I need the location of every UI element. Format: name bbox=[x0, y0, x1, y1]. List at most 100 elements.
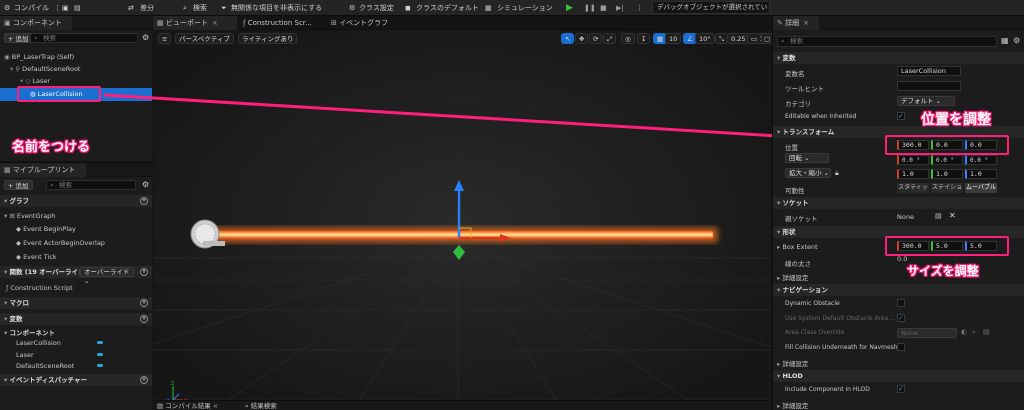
play-icon[interactable]: ▶ bbox=[566, 2, 573, 14]
surface-snap-icon[interactable]: ↧ bbox=[637, 33, 651, 44]
lighting-button[interactable]: ライティングあり bbox=[238, 33, 298, 44]
blueprint-search-input[interactable]: ⌕ 検索 bbox=[46, 180, 136, 190]
browse-icon[interactable]: ⌕ bbox=[972, 328, 976, 337]
tab-details[interactable]: ✎ 詳細 × bbox=[773, 16, 819, 30]
scale-icon[interactable]: ⤢ bbox=[603, 33, 617, 44]
component-var-laser-collision[interactable]: LaserCollision bbox=[0, 337, 61, 349]
clear-icon[interactable]: ✕ bbox=[949, 211, 956, 220]
compile-button[interactable]: コンパイル bbox=[14, 2, 49, 14]
tree-item-self[interactable]: ◉ BP_LaserTrap (Self) bbox=[0, 51, 152, 63]
section-hlod[interactable]: ▾ HLOD bbox=[773, 370, 1024, 382]
translate-icon[interactable]: ✥ bbox=[575, 33, 589, 44]
add-function-icon[interactable]: + bbox=[140, 268, 148, 276]
rotate-icon[interactable]: ⟳ bbox=[589, 33, 603, 44]
rotation-y-input[interactable]: 0.0 ° bbox=[931, 155, 963, 165]
settings-icon[interactable]: ⚙ bbox=[142, 180, 149, 189]
diff-button[interactable]: 差分 bbox=[140, 2, 154, 14]
event-graph-item[interactable]: ▾ ⊞ EventGraph bbox=[0, 210, 55, 222]
category-dropdown[interactable]: デフォルト ⌄ bbox=[897, 96, 955, 106]
world-space-icon[interactable]: ◎ bbox=[621, 33, 635, 44]
class-defaults-button[interactable]: クラスのデフォルト bbox=[416, 2, 479, 14]
section-event-dispatchers[interactable]: ▾ イベントディスパッチャー + bbox=[0, 374, 152, 386]
search-icon[interactable]: ⌕ bbox=[183, 2, 187, 14]
section-graph[interactable]: ▾ グラフ + bbox=[0, 195, 152, 207]
mobility-stationary-button[interactable]: ステイショ bbox=[931, 183, 963, 193]
stop-icon[interactable]: ■ bbox=[600, 2, 607, 14]
tab-find-results[interactable]: ⌕ 結果検索 bbox=[245, 401, 277, 410]
folder-icon[interactable]: ▤ bbox=[935, 212, 942, 220]
debug-object-select[interactable]: デバッグオブジェクトが選択されていません bbox=[652, 1, 770, 14]
tooltip-input[interactable] bbox=[897, 81, 961, 91]
viewport-menu-button[interactable]: ≡ bbox=[158, 33, 172, 44]
shape-advanced-toggle[interactable]: ▸ 詳細設定 bbox=[777, 272, 808, 282]
grid-view-icon[interactable]: ▦ bbox=[1001, 36, 1009, 45]
area-class-dropdown[interactable]: None bbox=[897, 328, 957, 338]
save-icon[interactable]: ▣ bbox=[62, 2, 69, 14]
section-macros[interactable]: ▾ マクロ + bbox=[0, 297, 152, 309]
scale-y-input[interactable]: 1.0 bbox=[931, 169, 963, 179]
options-icon[interactable]: ⋮ bbox=[54, 2, 61, 14]
viewport-scene[interactable]: zxy bbox=[153, 30, 771, 410]
use-selected-icon[interactable]: ◐ bbox=[961, 328, 967, 336]
gear-icon[interactable]: ⚙ bbox=[349, 2, 355, 14]
event-item-actor-begin-overlap[interactable]: ◆ Event ActorBeginOverlap bbox=[0, 237, 105, 249]
tab-event-graph[interactable]: ⊞ イベントグラフ bbox=[327, 16, 397, 30]
rotation-x-input[interactable]: 0.0 ° bbox=[897, 155, 929, 165]
select-mode-icon[interactable]: ↖ bbox=[561, 33, 575, 44]
section-variable[interactable]: ▾ 変数 bbox=[773, 52, 1024, 64]
dynamic-obstacle-checkbox[interactable] bbox=[897, 299, 905, 307]
search-button[interactable]: 検索 bbox=[193, 2, 207, 14]
rotation-z-input[interactable]: 0.0 ° bbox=[965, 155, 997, 165]
simulation-button[interactable]: シミュレーション bbox=[497, 2, 553, 14]
section-socket[interactable]: ▾ ソケット bbox=[773, 197, 1024, 209]
add-dispatcher-icon[interactable]: + bbox=[140, 376, 148, 384]
tab-viewport[interactable]: ▦ ビューポート × bbox=[153, 16, 237, 30]
tree-item-scene-root[interactable]: ▾ ⚲ DefaultSceneRoot bbox=[0, 63, 152, 75]
use-system-default-checkbox[interactable]: ✓ bbox=[897, 314, 905, 322]
filter-icon[interactable]: ⏷ bbox=[221, 2, 227, 14]
component-search-input[interactable]: ⌕ 検索 bbox=[30, 33, 138, 43]
line-thickness-value[interactable]: 0.0 bbox=[897, 255, 907, 263]
event-item-begin-play[interactable]: ◆ Event BeginPlay bbox=[0, 223, 76, 235]
perspective-button[interactable]: パースペクティブ bbox=[175, 33, 234, 44]
more-options-icon[interactable]: ⋮ bbox=[636, 2, 643, 14]
simulation-icon[interactable]: ▦ bbox=[485, 2, 492, 14]
tab-construction-script[interactable]: ƒ Construction Scr... bbox=[239, 16, 325, 30]
hlod-advanced-toggle[interactable]: ▸ 詳細設定 bbox=[777, 400, 808, 410]
add-macro-icon[interactable]: + bbox=[140, 299, 148, 307]
close-icon[interactable]: × bbox=[803, 19, 809, 27]
construction-script-item[interactable]: ƒ Construction Script bbox=[0, 282, 73, 294]
rotation-mode-dropdown[interactable]: 回転 ⌄ bbox=[785, 153, 829, 163]
scale-z-input[interactable]: 1.0 bbox=[965, 169, 997, 179]
include-hlod-checkbox[interactable]: ✓ bbox=[897, 385, 905, 393]
mobility-movable-button[interactable]: ムーバブル bbox=[965, 183, 997, 193]
add-component-button[interactable]: + 追加 bbox=[4, 33, 33, 43]
add-button[interactable]: + 追加 bbox=[4, 180, 33, 190]
add-variable-icon[interactable]: + bbox=[140, 315, 148, 323]
mobility-static-button[interactable]: スタティッ bbox=[897, 183, 929, 193]
variable-name-input[interactable]: LaserCollision bbox=[897, 66, 961, 76]
navigation-advanced-toggle[interactable]: ▸ 詳細設定 bbox=[777, 358, 808, 368]
override-dropdown[interactable]: オーバーライド ⌄ bbox=[80, 267, 134, 285]
settings-icon[interactable]: ⚙ bbox=[142, 33, 149, 42]
settings-icon[interactable]: ⚙ bbox=[1013, 36, 1020, 45]
tab-compile-results[interactable]: ▤ コンパイル結果 × bbox=[157, 401, 218, 410]
diff-icon[interactable]: ⇄ bbox=[128, 2, 134, 14]
scale-mode-dropdown[interactable]: 拡大・縮小 ⌄ bbox=[785, 168, 831, 178]
section-variables[interactable]: ▾ 変数 + bbox=[0, 313, 152, 325]
tab-my-blueprint[interactable]: ▦ マイブループリント × bbox=[0, 163, 86, 188]
section-navigation[interactable]: ▾ ナビゲーション bbox=[773, 284, 1024, 296]
details-search-input[interactable]: ⌕ 検索 bbox=[777, 36, 997, 47]
grid-snap-value[interactable]: 10 bbox=[665, 33, 682, 44]
component-var-default-scene-root[interactable]: DefaultSceneRoot bbox=[0, 360, 74, 372]
class-defaults-icon[interactable]: ◼ bbox=[405, 2, 411, 14]
class-settings-button[interactable]: クラス設定 bbox=[359, 2, 394, 14]
editable-when-inherited-checkbox[interactable]: ✓ bbox=[897, 112, 905, 120]
event-item-tick[interactable]: ◆ Event Tick bbox=[0, 251, 57, 263]
scale-x-input[interactable]: 1.0 bbox=[897, 169, 929, 179]
compile-icon[interactable]: ⚙ bbox=[4, 2, 10, 14]
tab-components[interactable]: ▣ コンポーネント × bbox=[0, 16, 72, 41]
rotation-snap-value[interactable]: 10° bbox=[695, 33, 715, 44]
pause-icon[interactable]: ❚❚ bbox=[584, 2, 596, 14]
close-icon[interactable]: × bbox=[212, 19, 218, 27]
